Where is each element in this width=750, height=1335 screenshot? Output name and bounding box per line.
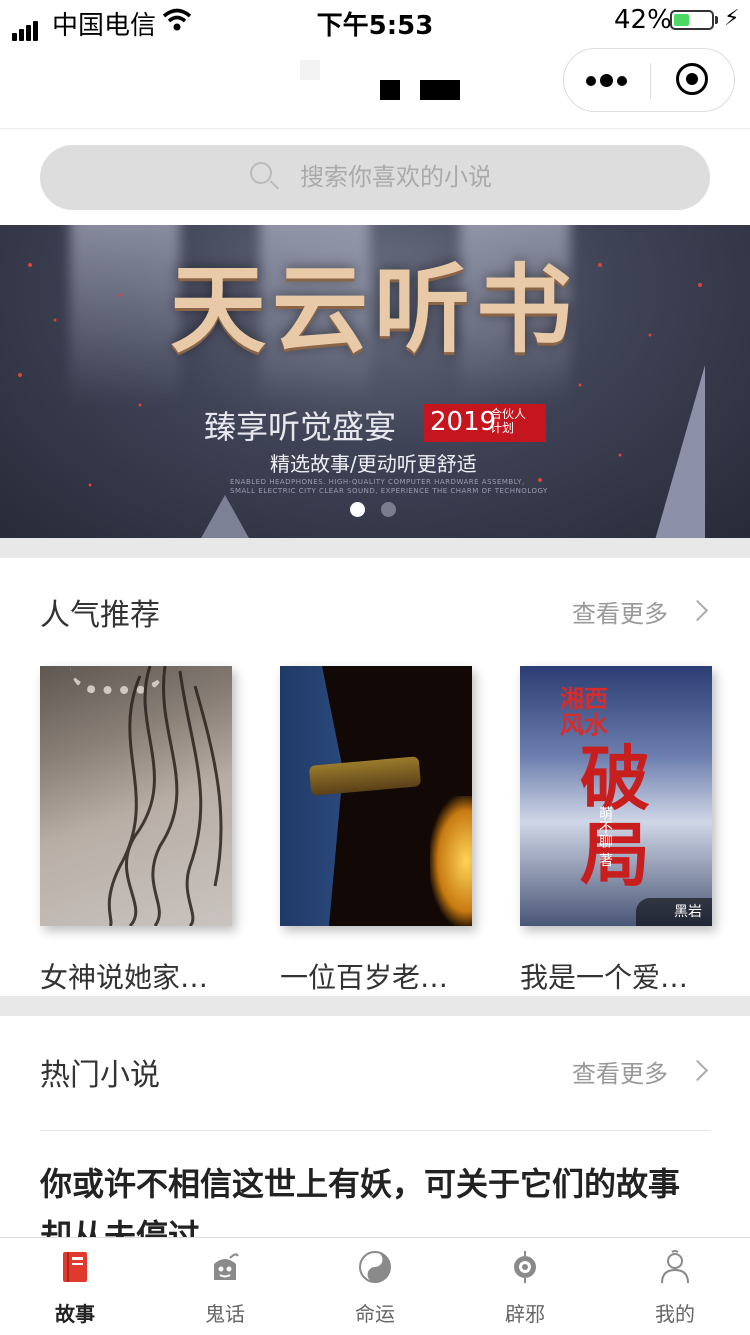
user-icon xyxy=(661,1250,689,1284)
book-title[interactable]: 我是一个爱… xyxy=(520,956,720,996)
book-cover[interactable] xyxy=(280,666,472,926)
section-title-hot: 热门小说 xyxy=(40,1058,160,1093)
section-gap xyxy=(0,538,750,558)
search-input[interactable] xyxy=(300,160,650,194)
close-target-icon[interactable] xyxy=(676,63,708,95)
yin-yang-icon xyxy=(359,1251,391,1283)
miniprogram-capsule xyxy=(563,48,735,112)
hair-strands xyxy=(107,666,223,926)
title-redacted-block xyxy=(380,80,400,100)
tab-label: 故事 xyxy=(55,1302,95,1326)
carousel-dot[interactable] xyxy=(350,502,365,517)
section-gap xyxy=(0,996,750,1016)
battery-icon xyxy=(670,10,714,30)
carousel-indicator xyxy=(350,502,412,521)
title-redacted-block xyxy=(420,80,460,100)
battery-percent: 42% xyxy=(614,5,672,35)
banner-title: 天云听书 xyxy=(170,253,578,366)
cover-series: 湘西 风水 xyxy=(560,684,608,739)
banner-subtitle: 臻享听觉盛宴 xyxy=(204,408,397,446)
title-redacted-block xyxy=(300,60,320,80)
tab-story[interactable]: 故事 xyxy=(0,1238,150,1335)
tab-label: 辟邪 xyxy=(505,1302,545,1326)
publisher-badge: 黑岩 xyxy=(636,898,712,926)
divider xyxy=(40,1130,710,1131)
search-icon xyxy=(250,162,272,184)
tab-label: 命运 xyxy=(355,1302,395,1326)
capsule-divider xyxy=(650,63,651,99)
tab-ghost[interactable]: 鬼话 xyxy=(150,1238,300,1335)
cover-title-chars: 破局 xyxy=(580,737,650,896)
carousel-dot[interactable] xyxy=(381,502,396,517)
status-bar: 中国电信 下午5:53 42% ⚡ xyxy=(0,0,750,42)
tab-bar: 故事 鬼话 命运 辟邪 我的 xyxy=(0,1237,750,1335)
section-title-popular: 人气推荐 xyxy=(40,598,160,633)
tab-label: 鬼话 xyxy=(205,1302,245,1326)
book-cover[interactable] xyxy=(40,666,232,926)
book-icon xyxy=(63,1252,87,1282)
charging-icon: ⚡ xyxy=(724,6,740,31)
amulet-icon xyxy=(514,1251,536,1283)
see-more-hot[interactable]: 查看更多 xyxy=(572,1054,668,1089)
cover-author: 萌不聊 著 xyxy=(597,806,613,867)
tab-mine[interactable]: 我的 xyxy=(600,1238,750,1335)
more-menu-icon[interactable] xyxy=(586,71,631,90)
badge-year: 2019 xyxy=(430,407,497,437)
banner-fine-print: ENABLED HEADPHONES. HIGH-QUALITY COMPUTE… xyxy=(230,478,548,495)
badge-tag: 合伙人计划 xyxy=(490,407,527,435)
battery-tip xyxy=(715,16,718,24)
tab-ward[interactable]: 辟邪 xyxy=(450,1238,600,1335)
tab-label: 我的 xyxy=(655,1302,695,1326)
book-cover[interactable]: 湘西 风水 破局 萌不聊 著 黑岩 xyxy=(520,666,712,926)
battery-level xyxy=(674,14,689,26)
chevron-right-icon xyxy=(686,1059,709,1082)
chevron-right-icon xyxy=(686,599,709,622)
banner-badge: 2019 合伙人计划 xyxy=(424,404,546,442)
book-title[interactable]: 女神说她家… xyxy=(40,956,240,996)
banner-slogan: 精选故事/更动听更舒适 xyxy=(270,452,477,476)
ghost-icon xyxy=(214,1253,239,1280)
see-more-popular[interactable]: 查看更多 xyxy=(572,594,668,629)
tab-fate[interactable]: 命运 xyxy=(300,1238,450,1335)
book-title[interactable]: 一位百岁老… xyxy=(280,956,480,996)
